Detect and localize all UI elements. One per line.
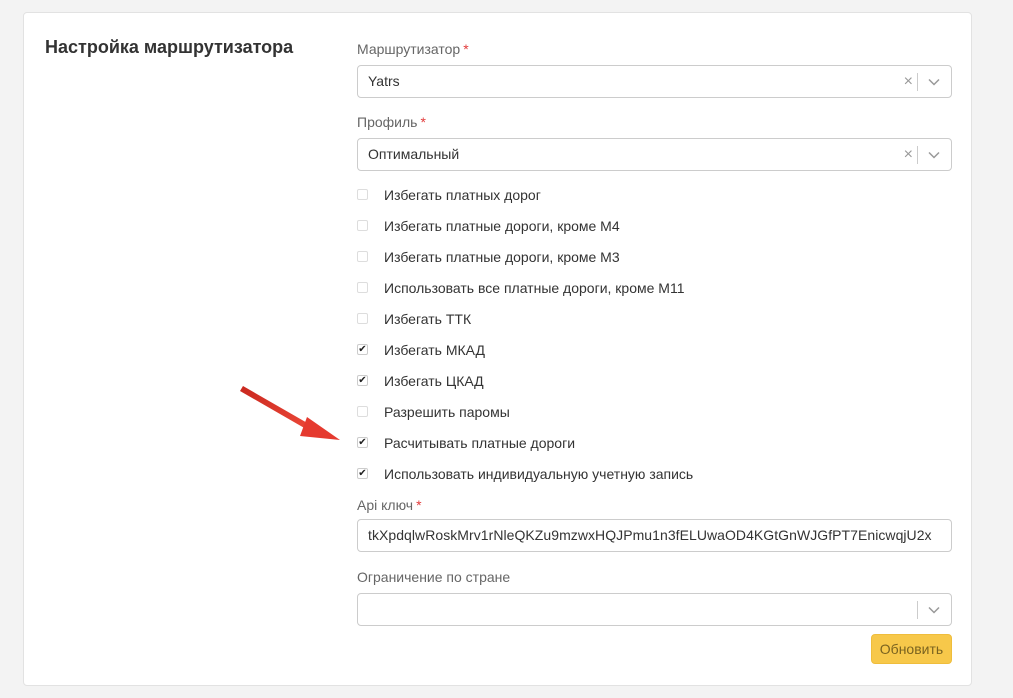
checkbox[interactable]: ✔ xyxy=(357,437,368,448)
select-divider xyxy=(917,601,918,619)
router-label: Маршрутизатор * xyxy=(357,41,469,57)
router-settings-card: Настройка маршрутизатора Маршрутизатор * … xyxy=(23,12,972,686)
section-title: Настройка маршрутизатора xyxy=(45,37,294,57)
option-label: Избегать ЦКАД xyxy=(384,373,484,389)
api-key-value[interactable]: tkXpdqlwRoskMrv1rNleQKZu9mzwxHQJPmu1n3fE… xyxy=(368,520,932,551)
option-label: Использовать все платные дороги, кроме М… xyxy=(384,280,685,296)
option-label: Избегать ТТК xyxy=(384,311,472,327)
checkbox[interactable] xyxy=(357,251,368,262)
checkbox[interactable] xyxy=(357,406,368,417)
country-select[interactable] xyxy=(357,593,952,626)
checkbox[interactable] xyxy=(357,313,368,324)
router-label-text: Маршрутизатор xyxy=(357,41,461,57)
checkbox[interactable]: ✔ xyxy=(357,375,368,386)
checkbox[interactable] xyxy=(357,189,368,200)
checkbox[interactable]: ✔ xyxy=(357,344,368,355)
option-label: Избегать платных дорог xyxy=(384,187,541,203)
option-label: Расчитывать платные дороги xyxy=(384,435,576,451)
option-label: Разрешить паромы xyxy=(384,404,510,420)
update-button[interactable]: Обновить xyxy=(871,634,952,664)
clear-icon[interactable]: × xyxy=(904,139,913,170)
api-key-label-text: Api ключ xyxy=(357,497,414,513)
option-label: Избегать платные дороги, кроме М3 xyxy=(384,249,620,265)
country-label: Ограничение по стране xyxy=(357,569,511,585)
clear-icon[interactable]: × xyxy=(904,66,913,97)
required-mark: * xyxy=(416,497,422,513)
required-mark: * xyxy=(463,41,469,57)
api-key-label: Api ключ * xyxy=(357,497,422,513)
arrow-icon xyxy=(240,386,340,440)
option-label: Избегать МКАД xyxy=(384,342,485,358)
select-divider xyxy=(917,73,918,91)
checkbox[interactable] xyxy=(357,220,368,231)
chevron-down-icon[interactable] xyxy=(927,603,941,617)
api-key-input[interactable]: tkXpdqlwRoskMrv1rNleQKZu9mzwxHQJPmu1n3fE… xyxy=(357,519,952,552)
option-label: Использовать индивидуальную учетную запи… xyxy=(384,466,694,482)
chevron-down-icon[interactable] xyxy=(927,75,941,89)
chevron-down-icon[interactable] xyxy=(927,148,941,162)
option-label: Избегать платные дороги, кроме М4 xyxy=(384,218,620,234)
profile-label-text: Профиль xyxy=(357,114,418,130)
required-mark: * xyxy=(420,114,426,130)
profile-select-value: Оптимальный xyxy=(368,146,460,162)
checkbox[interactable]: ✔ xyxy=(357,468,368,479)
profile-select[interactable]: Оптимальный × xyxy=(357,138,952,171)
router-select-value: Yatrs xyxy=(368,73,400,89)
profile-label: Профиль * xyxy=(357,114,426,130)
checkbox[interactable] xyxy=(357,282,368,293)
select-divider xyxy=(917,146,918,164)
router-select[interactable]: Yatrs × xyxy=(357,65,952,98)
